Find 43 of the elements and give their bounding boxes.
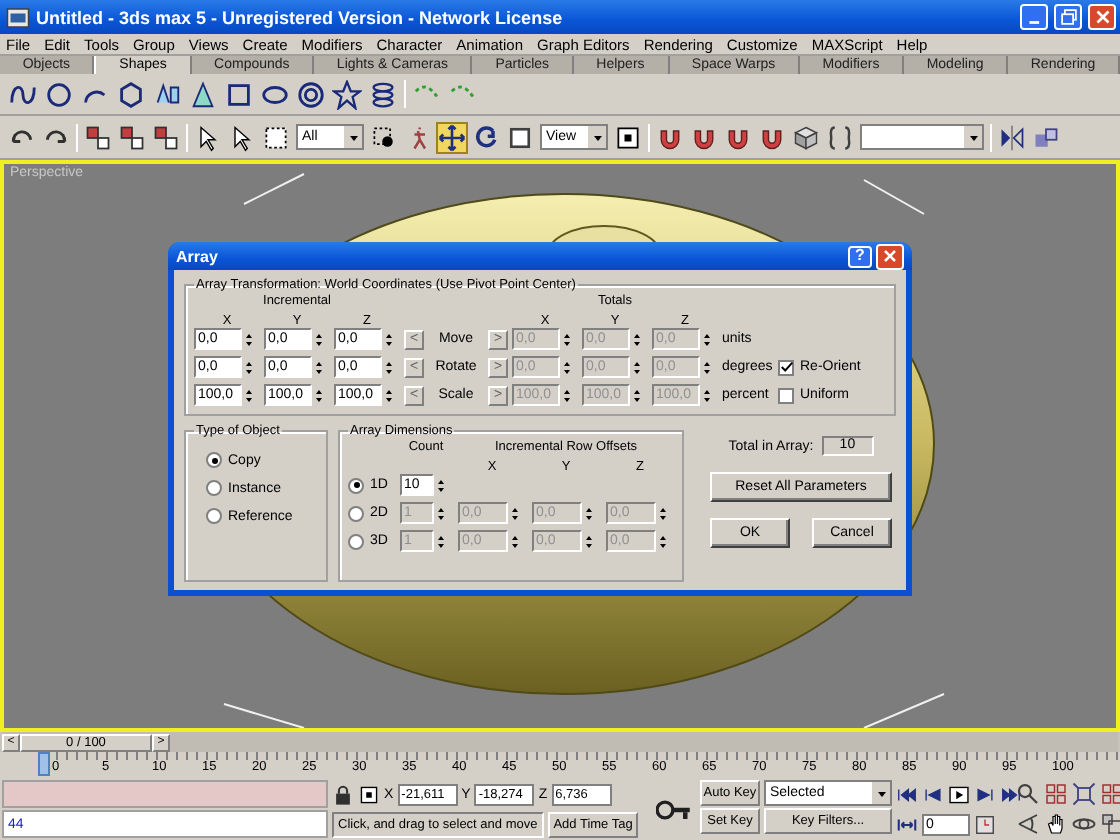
previous-frame-icon[interactable] [922, 783, 944, 805]
radio-button[interactable] [206, 480, 222, 496]
window-title: Untitled - 3ds max 5 - Unregistered Version - Network License [36, 7, 565, 27]
named-selection-dropdown[interactable] [860, 124, 984, 150]
star-icon[interactable] [332, 79, 362, 109]
field-of-view-icon[interactable] [1016, 812, 1040, 836]
time-configuration-icon[interactable] [974, 813, 996, 835]
selection-toggle-icon[interactable] [358, 783, 380, 805]
next-frame-icon[interactable] [974, 783, 996, 805]
donut-icon[interactable] [296, 79, 326, 109]
zoom-extents-icon[interactable] [1072, 782, 1096, 806]
cone-icon[interactable] [188, 79, 218, 109]
zoom-icon[interactable] [1016, 782, 1040, 806]
pan-hand-icon[interactable] [1044, 812, 1068, 836]
frame-marker [38, 752, 50, 776]
hexagon-icon[interactable] [116, 79, 146, 109]
checkbox[interactable] [778, 387, 794, 403]
select-cursor-icon[interactable] [194, 123, 222, 151]
braces-icon[interactable] [826, 123, 854, 151]
lock-icon[interactable] [332, 783, 354, 805]
move-icon[interactable] [438, 123, 466, 151]
region-select-icon[interactable] [262, 123, 290, 151]
rectangle-icon[interactable] [224, 79, 254, 109]
checkbox[interactable] [778, 359, 794, 375]
script-listener-field[interactable] [2, 780, 328, 808]
dialog-title: Array [176, 247, 220, 265]
tick-icon [779, 360, 793, 374]
mirror-icon[interactable] [998, 123, 1026, 151]
help-button[interactable]: ? [848, 245, 872, 267]
viewport[interactable] [0, 160, 1120, 732]
go-to-end-icon[interactable] [1000, 783, 1022, 805]
radio-button[interactable] [206, 508, 222, 524]
radio-button[interactable] [348, 477, 364, 493]
circle-icon[interactable] [44, 79, 74, 109]
radio-button[interactable] [206, 452, 222, 468]
rotate-icon[interactable] [472, 123, 500, 151]
align-icon[interactable] [1032, 123, 1060, 151]
app-icon [6, 5, 30, 29]
window-crossing-icon[interactable] [370, 123, 398, 151]
play-icon[interactable] [948, 783, 970, 805]
cube-icon[interactable] [792, 123, 820, 151]
go-to-start-icon[interactable] [896, 783, 918, 805]
link-icon[interactable] [84, 123, 112, 151]
